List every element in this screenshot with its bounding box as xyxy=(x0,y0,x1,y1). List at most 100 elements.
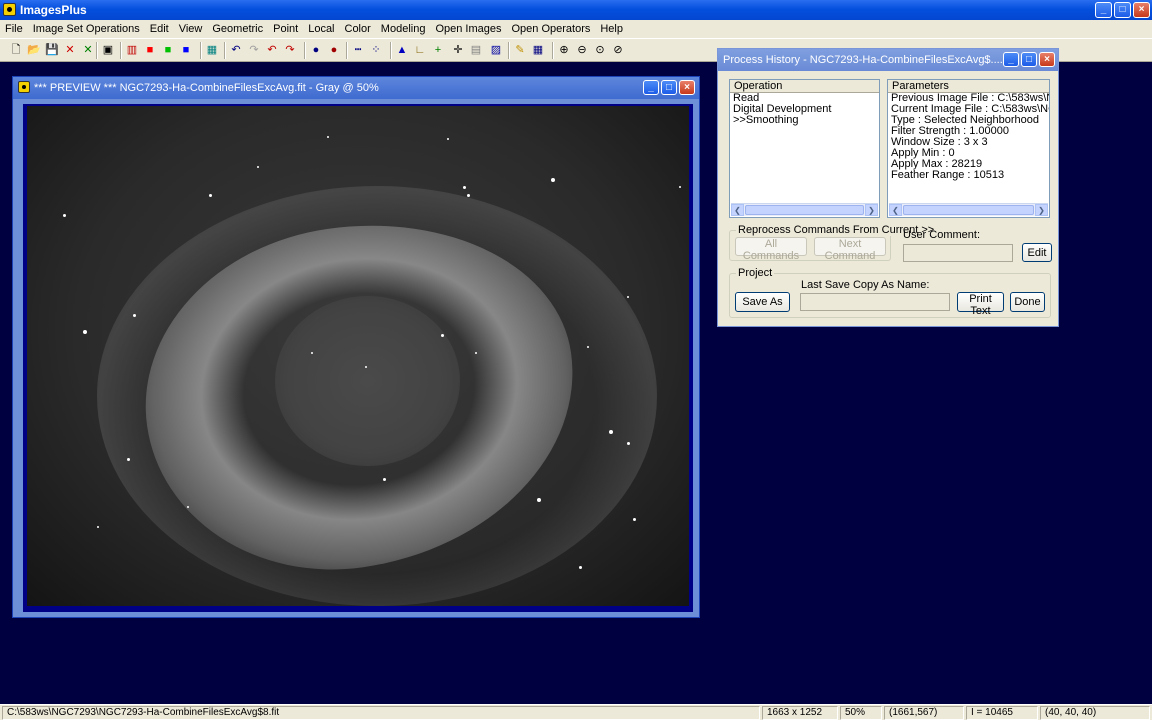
triangle-icon[interactable]: ▲ xyxy=(394,42,410,58)
parameter-item[interactable]: Type : Selected Neighborhood xyxy=(888,115,1049,126)
print-icon[interactable]: ▣ xyxy=(100,42,116,58)
operation-list[interactable]: Operation Read Digital Development >>Smo… xyxy=(729,79,880,218)
parameter-item[interactable]: Apply Min : 0 xyxy=(888,148,1049,159)
zoom-fit-icon[interactable]: ⊙ xyxy=(592,42,608,58)
menu-local[interactable]: Local xyxy=(303,20,339,38)
process-history-title-bar[interactable]: Process History - NGC7293-Ha-CombineFile… xyxy=(718,49,1058,71)
status-coordinates: (1661,567) xyxy=(884,706,964,720)
grid-teal-icon[interactable]: ▦ xyxy=(204,42,220,58)
zoom-in-icon[interactable]: ⊕ xyxy=(556,42,572,58)
zoom-out-icon[interactable]: ⊖ xyxy=(574,42,590,58)
blue-dot-icon[interactable]: ● xyxy=(308,42,324,58)
parameters-hscroll[interactable]: ❮ ❯ xyxy=(889,203,1048,216)
redo-red-icon[interactable]: ↷ xyxy=(282,42,298,58)
star xyxy=(63,214,66,217)
menu-geometric[interactable]: Geometric xyxy=(207,20,268,38)
menu-modeling[interactable]: Modeling xyxy=(376,20,431,38)
star xyxy=(475,352,477,354)
close-red-x-icon[interactable]: ✕ xyxy=(62,42,78,58)
redo-gray-icon[interactable]: ↷ xyxy=(246,42,262,58)
scroll-left-icon[interactable]: ❮ xyxy=(731,204,744,216)
parameter-item[interactable]: Apply Max : 28219 xyxy=(888,159,1049,170)
project-group-label: Project xyxy=(736,267,775,279)
app-minimize-button[interactable]: _ xyxy=(1095,2,1112,18)
menu-open-operators[interactable]: Open Operators xyxy=(506,20,595,38)
menu-file[interactable]: File xyxy=(0,20,28,38)
undo-red-icon[interactable]: ↶ xyxy=(264,42,280,58)
parameters-list[interactable]: Parameters Previous Image File : C:\583w… xyxy=(887,79,1050,218)
open-folder-icon[interactable]: 📂 xyxy=(26,42,42,58)
save-icon[interactable]: 💾 xyxy=(44,42,60,58)
green-channel-icon[interactable]: ■ xyxy=(160,42,176,58)
ph-minimize-button[interactable]: _ xyxy=(1003,52,1019,67)
menu-image-set-operations[interactable]: Image Set Operations xyxy=(28,20,145,38)
crosshair-icon[interactable]: ✛ xyxy=(450,42,466,58)
edit-button[interactable]: Edit xyxy=(1022,243,1052,262)
preview-window[interactable]: *** PREVIEW *** NGC7293-Ha-CombineFilesE… xyxy=(12,76,700,618)
star xyxy=(467,194,470,197)
menu-edit[interactable]: Edit xyxy=(145,20,174,38)
preview-minimize-button[interactable]: _ xyxy=(643,80,659,95)
blue-channel-icon[interactable]: ■ xyxy=(178,42,194,58)
menu-open-images[interactable]: Open Images xyxy=(430,20,506,38)
done-button[interactable]: Done xyxy=(1010,292,1045,312)
menu-help[interactable]: Help xyxy=(595,20,628,38)
undo-icon[interactable]: ↶ xyxy=(228,42,244,58)
operation-item[interactable]: Digital Development xyxy=(730,104,879,115)
dotted-line-icon[interactable]: ┅ xyxy=(350,42,366,58)
zoom-actual-icon[interactable]: ⊘ xyxy=(610,42,626,58)
status-bar: C:\583ws\NGC7293\NGC7293-Ha-CombineFiles… xyxy=(0,704,1152,720)
preview-maximize-button[interactable]: □ xyxy=(661,80,677,95)
operation-item[interactable]: >>Smoothing xyxy=(730,115,879,126)
scroll-thumb[interactable] xyxy=(903,205,1034,215)
star xyxy=(311,352,313,354)
picture-icon[interactable]: ▨ xyxy=(488,42,504,58)
print-text-button[interactable]: Print Text xyxy=(957,292,1004,317)
parameter-item[interactable]: Previous Image File : C:\583ws\NGC72... xyxy=(888,93,1049,104)
new-file-icon[interactable]: 🗋 xyxy=(8,42,24,58)
table-gray-icon[interactable]: ▤ xyxy=(468,42,484,58)
app-close-button[interactable]: × xyxy=(1133,2,1150,18)
pencil-icon[interactable]: ✎ xyxy=(512,42,528,58)
scroll-right-icon[interactable]: ❯ xyxy=(1035,204,1048,216)
operation-hscroll[interactable]: ❮ ❯ xyxy=(731,203,878,216)
scroll-right-icon[interactable]: ❯ xyxy=(865,204,878,216)
operation-item[interactable]: Read xyxy=(730,93,879,104)
parameters-header[interactable]: Parameters xyxy=(888,80,1049,93)
menu-color[interactable]: Color xyxy=(340,20,376,38)
next-command-button[interactable]: Next Command xyxy=(814,237,886,262)
toolbar-separator xyxy=(390,42,392,59)
last-save-name-field[interactable] xyxy=(800,293,950,311)
nebula-image[interactable] xyxy=(27,106,689,606)
process-history-dialog[interactable]: Process History - NGC7293-Ha-CombineFile… xyxy=(717,48,1059,327)
plus-green-icon[interactable]: + xyxy=(430,42,446,58)
parameter-item[interactable]: Window Size : 3 x 3 xyxy=(888,137,1049,148)
all-commands-button[interactable]: All Commands xyxy=(735,237,807,262)
close-all-green-x-icon[interactable]: ✕ xyxy=(80,42,96,58)
app-title-bar[interactable]: ImagesPlus _ □ × xyxy=(0,0,1152,20)
scatter-icon[interactable]: ⁘ xyxy=(368,42,384,58)
operation-header[interactable]: Operation xyxy=(730,80,879,93)
rgb-channels-icon[interactable]: ▥ xyxy=(124,42,140,58)
app-maximize-button[interactable]: □ xyxy=(1114,2,1131,18)
user-comment-field[interactable] xyxy=(903,244,1013,262)
grid-icon[interactable]: ▦ xyxy=(530,42,546,58)
menu-view[interactable]: View xyxy=(174,20,208,38)
save-as-button[interactable]: Save As xyxy=(735,292,790,312)
red-dot-icon[interactable]: ● xyxy=(326,42,342,58)
star xyxy=(551,178,555,182)
preview-title-bar[interactable]: *** PREVIEW *** NGC7293-Ha-CombineFilesE… xyxy=(13,77,699,99)
scroll-left-icon[interactable]: ❮ xyxy=(889,204,902,216)
preview-close-button[interactable]: × xyxy=(679,80,695,95)
red-channel-icon[interactable]: ■ xyxy=(142,42,158,58)
star xyxy=(257,166,259,168)
parameter-item[interactable]: Current Image File : C:\583ws\NGC729... xyxy=(888,104,1049,115)
menu-point[interactable]: Point xyxy=(268,20,303,38)
star xyxy=(627,442,630,445)
parameter-item[interactable]: Feather Range : 10513 xyxy=(888,170,1049,181)
ph-close-button[interactable]: × xyxy=(1039,52,1055,67)
axis-icon[interactable]: ∟ xyxy=(412,42,428,58)
parameter-item[interactable]: Filter Strength : 1.00000 xyxy=(888,126,1049,137)
scroll-thumb[interactable] xyxy=(745,205,864,215)
ph-maximize-button[interactable]: □ xyxy=(1021,52,1037,67)
